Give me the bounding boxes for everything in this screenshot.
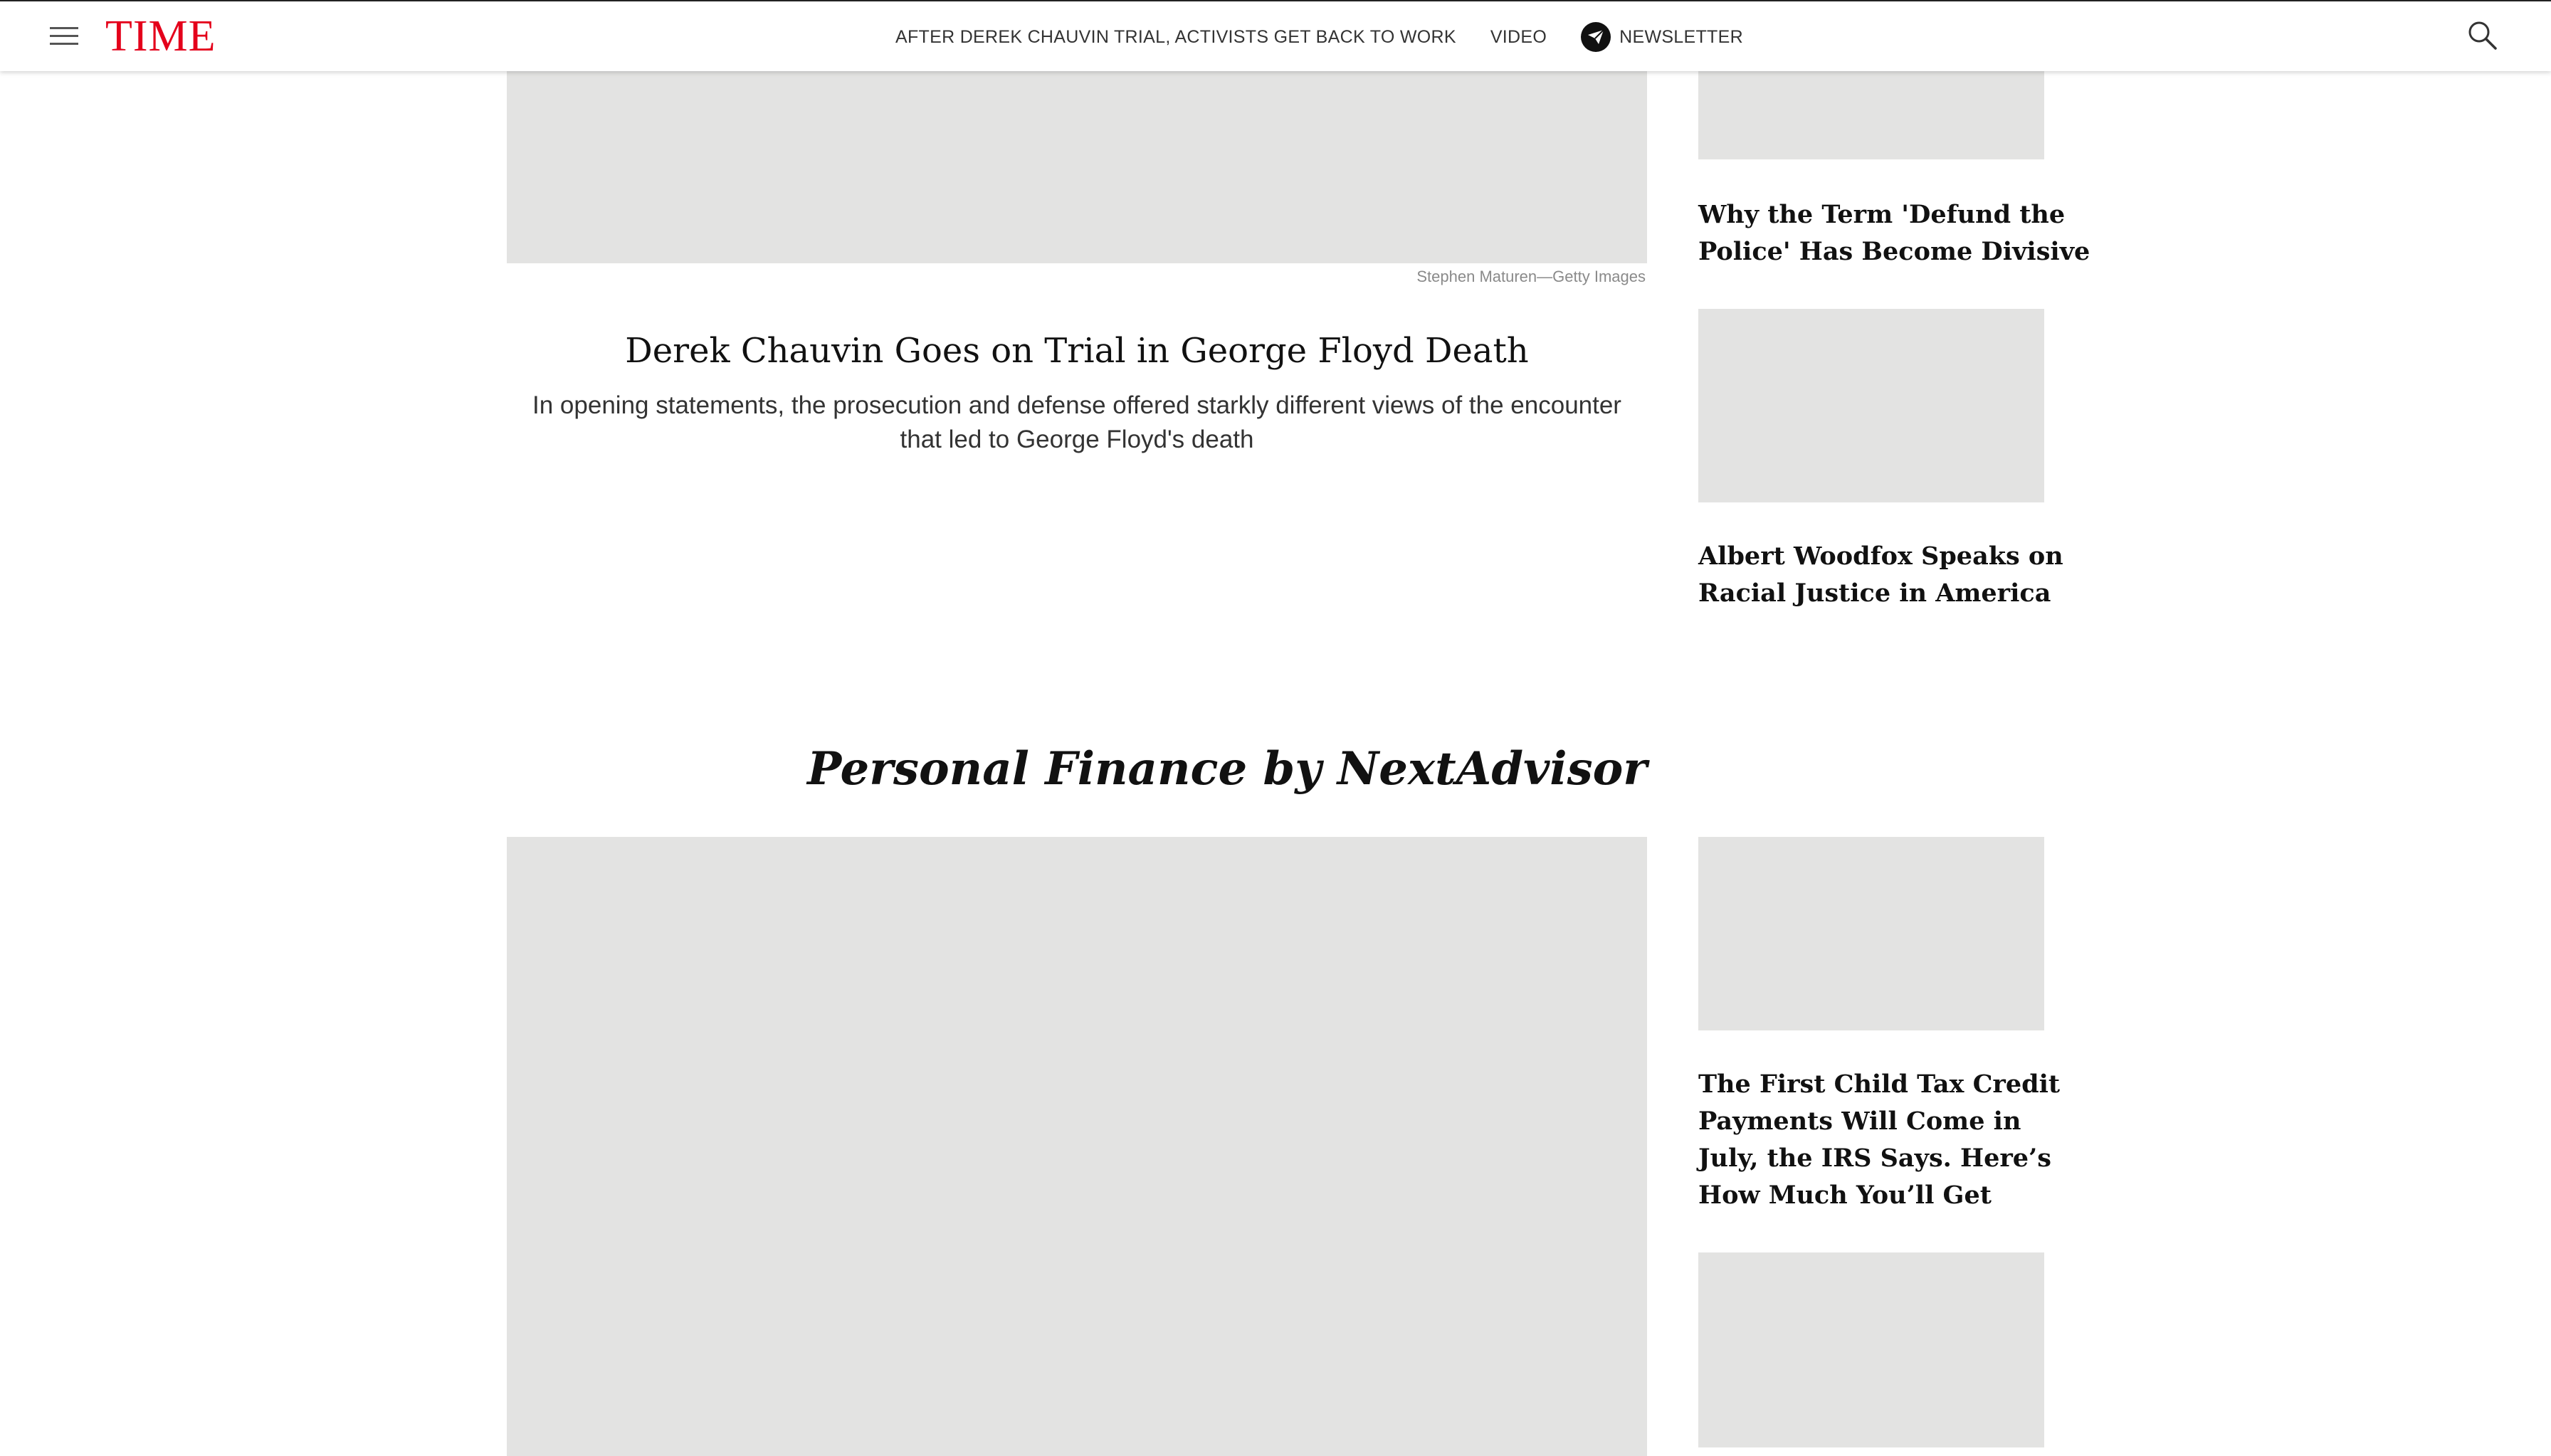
sidebar-headline-woodfox[interactable]: Albert Woodfox Speaks on Racial Justice … — [1698, 538, 2063, 612]
nav-link-newsletter[interactable]: NEWSLETTER — [1581, 22, 1743, 52]
hero-description-line: that led to George Floyd's death — [900, 426, 1254, 453]
menu-icon[interactable] — [50, 27, 78, 46]
headline-line: Payments Will Come in — [1698, 1107, 2021, 1136]
finance-main-image[interactable] — [507, 837, 1647, 1456]
headline-line: July, the IRS Says. Here’s — [1698, 1144, 2051, 1173]
nav-links: AFTER DEREK CHAUVIN TRIAL, ACTIVISTS GET… — [895, 22, 1743, 52]
headline-line: Why the Term 'Defund the — [1698, 200, 2066, 229]
search-icon[interactable] — [2467, 20, 2498, 51]
section-heading[interactable]: Personal Finance by NextAdvisor — [507, 737, 1647, 801]
headline-line: Albert Woodfox Speaks on — [1698, 542, 2063, 571]
headline-line: Racial Justice in America — [1698, 579, 2051, 608]
headline-line: How Much You’ll Get — [1698, 1181, 1992, 1210]
sidebar-image-tax-credit[interactable] — [1698, 837, 2044, 1030]
hero-image[interactable] — [507, 70, 1647, 263]
headline-line: Police' Has Become Divisive — [1698, 237, 2090, 266]
nav-link-chauvin-trial[interactable]: AFTER DEREK CHAUVIN TRIAL, ACTIVISTS GET… — [895, 27, 1456, 48]
hero-description: In opening statements, the prosecution a… — [507, 389, 1647, 457]
sidebar-image-next[interactable] — [1698, 1252, 2044, 1447]
sidebar-image-defund[interactable] — [1698, 70, 2044, 159]
time-logo[interactable]: TIME — [105, 11, 216, 61]
hero-description-line: In opening statements, the prosecution a… — [532, 391, 1621, 419]
sidebar-headline-defund[interactable]: Why the Term 'Defund the Police' Has Bec… — [1698, 196, 2090, 270]
nav-link-video[interactable]: VIDEO — [1490, 27, 1547, 48]
newsletter-label: NEWSLETTER — [1619, 26, 1743, 47]
photo-credit: Stephen Maturen—Getty Images — [1416, 268, 1646, 285]
sidebar-image-woodfox[interactable] — [1698, 309, 2044, 502]
newsletter-icon — [1581, 22, 1611, 52]
sidebar-headline-tax-credit[interactable]: The First Child Tax Credit Payments Will… — [1698, 1066, 2061, 1214]
hero-headline[interactable]: Derek Chauvin Goes on Trial in George Fl… — [507, 329, 1647, 373]
headline-line: The First Child Tax Credit — [1698, 1070, 2061, 1099]
top-navigation-bar: TIME AFTER DEREK CHAUVIN TRIAL, ACTIVIST… — [0, 0, 2551, 71]
